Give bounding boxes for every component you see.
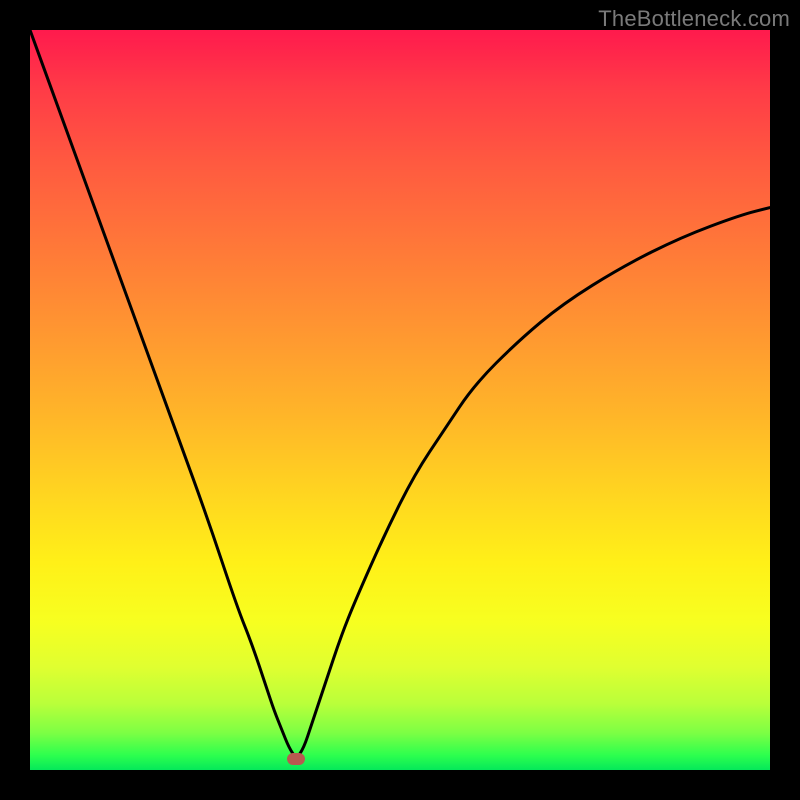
curve-svg bbox=[30, 30, 770, 770]
plot-area bbox=[30, 30, 770, 770]
watermark-text: TheBottleneck.com bbox=[598, 6, 790, 32]
chart-frame: TheBottleneck.com bbox=[0, 0, 800, 800]
bottleneck-curve-path bbox=[30, 30, 770, 756]
min-marker bbox=[287, 753, 305, 765]
